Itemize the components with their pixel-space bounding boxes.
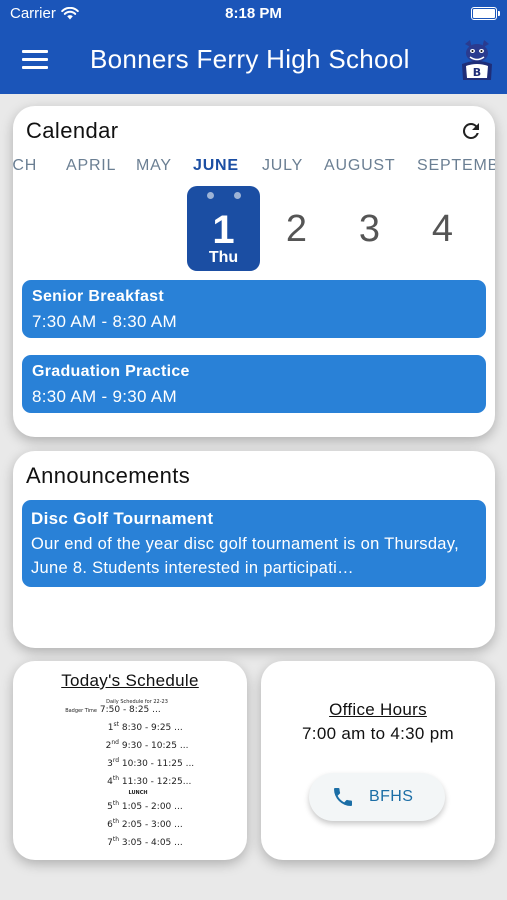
day-number: 2 [285,208,308,250]
announcements-heading: Announcements [26,463,191,488]
battery-icon [471,7,500,20]
month-september[interactable]: SEPTEMB [417,157,495,175]
office-hours-value: 7:00 am to 4:30 pm [302,724,454,743]
schedule-row-label: Badger Time [65,708,97,714]
month-june[interactable]: JUNE [193,157,239,175]
day-3[interactable]: 3 [333,186,406,271]
day-2[interactable]: 2 [260,186,333,271]
schedule-title: Today's Schedule [61,671,199,690]
schedule-row: 2nd 9:30 - 10:25 ... [53,736,213,753]
schedule-row: 1st 8:30 - 9:25 ... [53,718,213,735]
day-number: 4 [431,208,454,250]
svg-text:B: B [473,66,481,79]
refresh-icon[interactable] [459,119,483,143]
announcement-body: Our end of the year disc golf tournament… [31,535,459,577]
announcements-card: Announcements Disc Golf Tournament Our e… [13,451,495,648]
announcement-title: Disc Golf Tournament [31,509,214,528]
calendar-rings-icon [187,192,260,199]
office-hours-card: Office Hours 7:00 am to 4:30 pm BFHS [261,661,495,860]
period-label: 4th [107,775,119,787]
period-time: 9:30 - 10:25 ... [121,741,189,751]
schedule-row: 3rd 10:30 - 11:25 ... [53,754,213,771]
office-hours-title: Office Hours [329,700,427,719]
schedule-row: Badger Time 7:50 - 8:25 ... [53,705,213,717]
period-label: 2nd [105,739,119,751]
period-time: 3:05 - 4:05 ... [121,838,183,848]
app-title: Bonners Ferry High School [90,44,410,74]
announcement-item[interactable]: Disc Golf Tournament Our end of the year… [22,500,486,587]
period-time: 2:05 - 3:00 ... [121,820,183,830]
period-time: 10:30 - 11:25 ... [121,759,195,769]
period-label: 3rd [107,757,119,769]
event-time: 8:30 AM - 9:30 AM [32,387,177,406]
month-august[interactable]: AUGUST [324,157,395,175]
month-april[interactable]: APRIL [66,157,116,175]
schedule-row: 6th 2:05 - 3:00 ... [53,815,213,832]
calendar-heading: Calendar [26,118,119,143]
period-label: 5th [107,800,119,812]
event-time: 7:30 AM - 8:30 AM [32,312,177,331]
month-july[interactable]: JULY [262,157,303,175]
lunch-label: LUNCH [128,790,148,796]
status-time: 8:18 PM [225,5,282,22]
event-title: Senior Breakfast [32,288,164,305]
schedule-card[interactable]: Today's Schedule Daily Schedule for 22-2… [13,661,247,860]
period-label: 6th [107,818,119,830]
phone-icon [334,788,352,806]
schedule-row-time: 7:50 - 8:25 ... [99,705,161,715]
day-number: 1 [212,208,235,252]
schedule-row: 7th 3:05 - 4:05 ... [53,833,213,850]
call-button-label: BFHS [369,788,414,805]
event-item[interactable]: Graduation Practice 8:30 AM - 9:30 AM [22,355,486,413]
status-bar: Carrier 8:18 PM [0,0,507,28]
period-time: 1:05 - 2:00 ... [121,802,183,812]
day-1[interactable]: 1 Thu [187,186,260,271]
hamburger-menu-icon[interactable] [22,50,48,70]
event-title: Graduation Practice [32,363,190,380]
month-march[interactable]: RCH [13,157,37,175]
event-item[interactable]: Senior Breakfast 7:30 AM - 8:30 AM [22,280,486,338]
bulldog-mascot-logo: B [462,40,492,80]
day-4[interactable]: 4 [406,186,479,271]
day-of-week: Thu [208,249,239,266]
day-number: 3 [358,208,381,250]
schedule-image[interactable]: Daily Schedule for 22-23 Badger Time 7:5… [53,699,213,849]
period-label: 1st [107,721,119,733]
calendar-card: Calendar RCH APRIL MAY JUNE JULY AUGUST … [13,106,495,437]
month-may[interactable]: MAY [136,157,172,175]
schedule-row: 4th 11:30 - 12:25... [53,772,213,789]
call-school-button[interactable]: BFHS [309,773,445,821]
schedule-row: 5th 1:05 - 2:00 ... [53,797,213,814]
period-time: 8:30 - 9:25 ... [121,723,183,733]
app-header: Carrier 8:18 PM Bonners Ferry High Schoo… [0,0,507,94]
period-label: 7th [107,836,119,848]
period-time: 11:30 - 12:25... [121,777,192,787]
